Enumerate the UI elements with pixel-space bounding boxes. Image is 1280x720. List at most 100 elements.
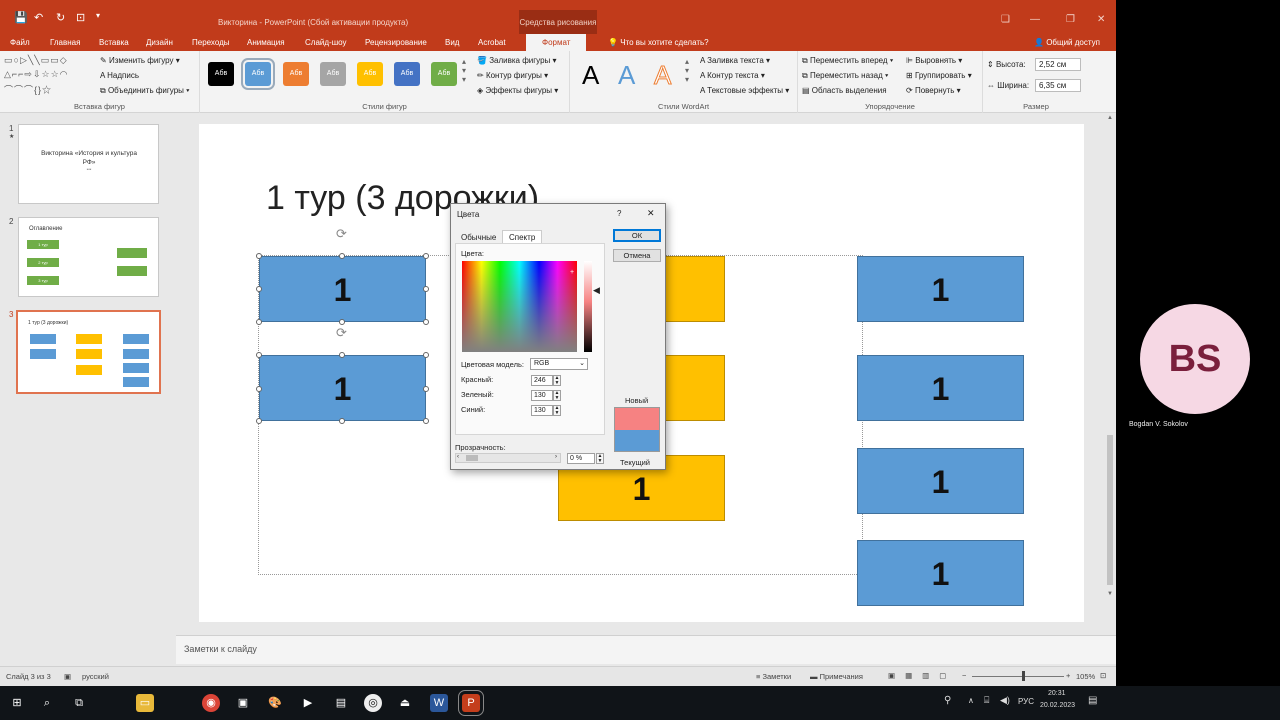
- rotate-handle-icon[interactable]: ⟳: [336, 226, 347, 242]
- save-icon[interactable]: 💾: [14, 11, 28, 24]
- clock-time[interactable]: 20:31: [1048, 690, 1066, 697]
- rotate-button[interactable]: ⟳ Повернуть ▾: [906, 86, 961, 95]
- powerpoint-icon[interactable]: P: [458, 690, 484, 716]
- spellcheck-icon[interactable]: ▣: [64, 672, 71, 681]
- send-backward-button[interactable]: ⧉ Переместить назад ▾: [802, 71, 888, 81]
- style-swatch-gold[interactable]: Абв: [357, 62, 383, 86]
- share-button[interactable]: 👤 Общий доступ: [1034, 38, 1100, 47]
- tab-format[interactable]: Формат: [526, 34, 587, 51]
- app-eye-icon[interactable]: ◎: [364, 694, 382, 712]
- red-spinner[interactable]: ▲ ▼: [553, 375, 561, 386]
- edit-shape-button[interactable]: ✎ Изменить фигуру ▾: [100, 56, 180, 65]
- shapes-gallery-icon[interactable]: ▭○▷╲╲▭▭◇: [4, 55, 68, 66]
- comments-toggle[interactable]: ▬ Примечания: [810, 672, 863, 681]
- zoom-level[interactable]: 105%: [1076, 672, 1095, 681]
- word-icon[interactable]: W: [430, 694, 448, 712]
- notes-pane[interactable]: Заметки к слайду: [176, 635, 1116, 664]
- tab-animations[interactable]: Анимация: [247, 38, 285, 47]
- tab-view[interactable]: Вид: [445, 38, 459, 47]
- fit-slide-icon[interactable]: ⊡: [1100, 671, 1106, 680]
- tab-transitions[interactable]: Переходы: [192, 38, 230, 47]
- vertical-scrollbar[interactable]: ▲ ▼: [1105, 113, 1116, 635]
- green-input[interactable]: 130: [531, 390, 553, 401]
- notes-toggle[interactable]: ≡ Заметки: [756, 672, 791, 681]
- task-view-icon[interactable]: ⧉: [70, 694, 88, 712]
- person-tray-icon[interactable]: ⚲: [944, 695, 951, 706]
- selection-pane-button[interactable]: ▤ Область выделения: [802, 86, 887, 95]
- resize-handle[interactable]: [339, 418, 345, 424]
- media-icon[interactable]: ▶: [299, 694, 317, 712]
- ok-button[interactable]: ОК: [613, 229, 661, 242]
- resize-handle[interactable]: [423, 319, 429, 325]
- ribbon-display-options-icon[interactable]: ❏: [1001, 14, 1010, 25]
- shape-effects-button[interactable]: ◈ Эффекты фигуры ▾: [477, 86, 558, 95]
- resize-handle[interactable]: [423, 253, 429, 259]
- tab-review[interactable]: Рецензирование: [365, 38, 427, 47]
- dialog-close-button[interactable]: ✕: [647, 208, 655, 219]
- style-swatch-blue[interactable]: Абв: [241, 58, 275, 90]
- shape-box-right-2[interactable]: 1: [857, 355, 1024, 421]
- start-from-beginning-icon[interactable]: ⊡: [76, 11, 85, 24]
- search-icon[interactable]: ⌕: [38, 694, 56, 712]
- shape-outline-button[interactable]: ✏ Контур фигуры ▾: [477, 71, 548, 80]
- zoom-in-icon[interactable]: +: [1066, 671, 1070, 680]
- wordart-orange-outline[interactable]: A: [653, 60, 671, 91]
- chrome-icon[interactable]: ◉: [202, 694, 220, 712]
- resize-handle[interactable]: [339, 352, 345, 358]
- style-swatch-gray[interactable]: Абв: [320, 62, 346, 86]
- transparency-slider[interactable]: ‹ ›: [455, 453, 561, 463]
- resize-handle[interactable]: [423, 286, 429, 292]
- minimize-button[interactable]: —: [1030, 14, 1040, 25]
- tray-chevron-icon[interactable]: ∧: [968, 696, 974, 705]
- resize-handle[interactable]: [256, 319, 262, 325]
- shape-box-right-3[interactable]: 1: [857, 448, 1024, 514]
- view-buttons-icon[interactable]: ▣▦▥▢: [888, 671, 956, 680]
- align-button[interactable]: ⊫ Выровнять ▾: [906, 56, 962, 65]
- green-spinner[interactable]: ▲ ▼: [553, 390, 561, 401]
- shape-box-selected-2[interactable]: 1: [259, 355, 426, 421]
- group-button[interactable]: ⊞ Группировать ▾: [906, 71, 972, 80]
- shape-box-right-4[interactable]: 1: [857, 540, 1024, 606]
- tab-file[interactable]: Файл: [10, 38, 30, 47]
- tab-design[interactable]: Дизайн: [146, 38, 173, 47]
- network-icon[interactable]: ⌸: [984, 695, 989, 706]
- zoom-slider-thumb[interactable]: [1022, 671, 1025, 681]
- cancel-button[interactable]: Отмена: [613, 249, 661, 262]
- zoom-out-icon[interactable]: −: [962, 671, 966, 680]
- shapes-gallery-row2-icon[interactable]: △⌐⌐⇨⇩☆☆◠: [4, 69, 69, 80]
- maximize-button[interactable]: ❐: [1066, 14, 1075, 25]
- resize-handle[interactable]: [339, 253, 345, 259]
- textbox-button[interactable]: A Надпись: [100, 71, 139, 80]
- tab-custom[interactable]: Спектр: [502, 230, 543, 244]
- tab-standard[interactable]: Обычные: [461, 233, 496, 242]
- text-fill-button[interactable]: A Заливка текста ▾: [700, 56, 770, 65]
- clock-date[interactable]: 20.02.2023: [1040, 702, 1075, 709]
- volume-icon[interactable]: ◀): [1000, 695, 1010, 706]
- file-explorer-icon[interactable]: ▭: [136, 694, 154, 712]
- shape-fill-button[interactable]: 🪣 Заливка фигуры ▾: [477, 56, 557, 65]
- resize-handle[interactable]: [256, 253, 262, 259]
- transparency-input[interactable]: 0 %: [567, 453, 595, 464]
- paint-icon[interactable]: 🎨: [266, 694, 284, 712]
- height-input[interactable]: 2,52 см: [1035, 58, 1081, 71]
- style-swatch-black[interactable]: Абв: [208, 62, 234, 86]
- app-upload-icon[interactable]: ⏏: [396, 694, 414, 712]
- tab-insert[interactable]: Вставка: [99, 38, 129, 47]
- slider-left-icon[interactable]: ‹: [457, 454, 459, 460]
- transparency-thumb[interactable]: [466, 455, 478, 461]
- shape-box-selected-1[interactable]: 1: [259, 256, 426, 322]
- app-icon[interactable]: ▤: [332, 694, 350, 712]
- luminance-pointer-icon[interactable]: ◀: [593, 285, 600, 296]
- styles-scroll-icon[interactable]: ▴ ▾ ▾: [462, 57, 466, 84]
- windows-start-icon[interactable]: ⊞: [8, 694, 26, 712]
- keyboard-language[interactable]: РУС: [1018, 697, 1034, 706]
- blue-spinner[interactable]: ▲ ▼: [553, 405, 561, 416]
- tab-home[interactable]: Главная: [50, 38, 80, 47]
- luminance-slider[interactable]: [584, 261, 592, 352]
- resize-handle[interactable]: [423, 418, 429, 424]
- resize-handle[interactable]: [256, 386, 262, 392]
- language-indicator[interactable]: русский: [82, 672, 109, 681]
- wordart-scroll-icon[interactable]: ▴ ▾ ▾: [685, 57, 689, 84]
- transparency-spinner[interactable]: ▲ ▼: [596, 453, 604, 464]
- style-swatch-green[interactable]: Абв: [431, 62, 457, 86]
